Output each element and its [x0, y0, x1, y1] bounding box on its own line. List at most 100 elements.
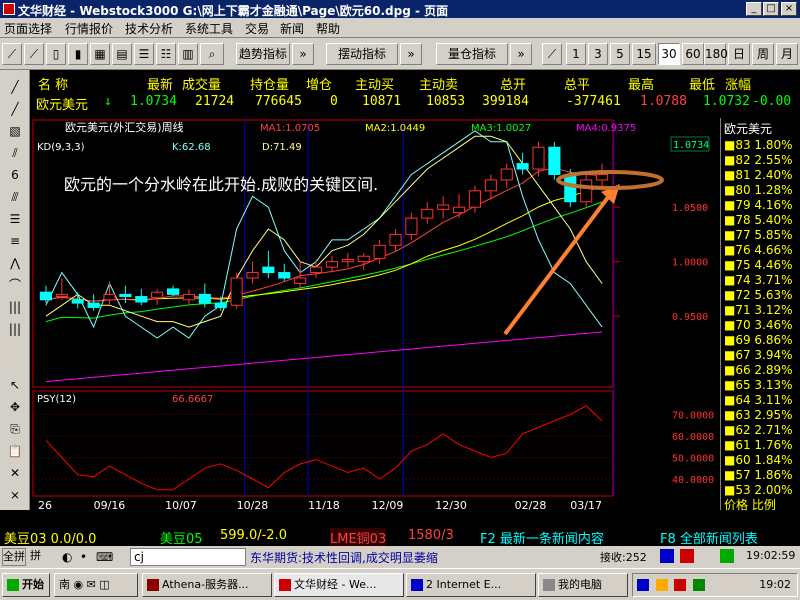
split-tool-icon[interactable]: ▥	[178, 43, 198, 65]
fib-draw-icon[interactable]: 6	[4, 166, 26, 184]
quote-total-close: -377461	[566, 94, 621, 109]
menu-help[interactable]: 帮助	[316, 20, 340, 37]
minimize-button[interactable]: _	[746, 2, 762, 16]
fan-draw-icon[interactable]: ⋀	[4, 254, 26, 272]
price-ratio-row: ■57 1.86%	[724, 468, 793, 482]
close-button[interactable]: ×	[781, 2, 797, 16]
price-ratio-row: ■80 1.28%	[724, 183, 793, 197]
x-axis-labels: 26 09/16 10/07 10/28 11/18 12/09 12/30 02/28 03/…	[38, 499, 602, 512]
quote-high: 1.0788	[640, 94, 687, 109]
polyline-tool-icon[interactable]: ⟋	[24, 43, 44, 65]
tray-icon[interactable]	[637, 579, 649, 591]
gann-draw-icon[interactable]: ⫻	[4, 188, 26, 206]
quote-low: 1.0732	[703, 94, 750, 109]
ime-keyboard-icon[interactable]: ⌨	[96, 550, 113, 564]
line-draw-icon[interactable]: ╱	[4, 78, 26, 96]
period-60[interactable]: 60	[682, 43, 704, 65]
period-3[interactable]: 3	[588, 43, 608, 65]
price-ratio-panel[interactable]: 欧元美元 ■83 1.80% ■82 2.55% ■81 2.40% ■80 1.28…	[720, 118, 800, 512]
start-button[interactable]: 开始	[2, 573, 50, 597]
menu-bar: 页面选择 行情报价 技术分析 系统工具 交易 新闻 帮助	[0, 18, 800, 38]
bar-tool-icon[interactable]: ▯	[46, 43, 66, 65]
period-15[interactable]: 15	[632, 43, 656, 65]
volume-more-icon[interactable]: »	[510, 43, 532, 65]
menu-page-select[interactable]: 页面选择	[4, 20, 52, 37]
period-month[interactable]: 月	[776, 43, 798, 65]
delete-icon[interactable]: ✕	[4, 464, 26, 482]
taskbar-mycomputer[interactable]: 我的电脑	[538, 573, 628, 597]
price-ratio-row: ■65 3.13%	[724, 378, 793, 392]
line-tool-icon[interactable]: ⟋	[2, 43, 22, 65]
menu-system-tools[interactable]: 系统工具	[185, 20, 233, 37]
menu-trade[interactable]: 交易	[245, 20, 269, 37]
news-ticker[interactable]: 东华期货:技术性回调,成交明显萎缩	[250, 549, 438, 566]
menu-tech-analysis[interactable]: 技术分析	[125, 20, 173, 37]
move-arrow-icon[interactable]: ✥	[4, 398, 26, 416]
tray-net-icon[interactable]	[692, 579, 705, 591]
clear-icon[interactable]: ⨯	[4, 486, 26, 504]
full-pinyin-button[interactable]: 全拼	[2, 548, 26, 566]
swing-more-icon[interactable]: »	[400, 43, 422, 65]
swing-indicator-button[interactable]: 摆动指标	[326, 43, 398, 65]
ma2-label: MA2:1.0449	[365, 123, 425, 134]
maximize-button[interactable]: □	[763, 2, 779, 16]
ma1-label: MA1:1.0705	[260, 123, 320, 134]
code-input[interactable]: cj	[130, 548, 246, 566]
parallel-draw-icon[interactable]: ≡	[4, 232, 26, 250]
arc-draw-icon[interactable]: ⌒	[4, 276, 26, 294]
period-line-icon[interactable]: |||	[4, 320, 26, 338]
period-5[interactable]: 5	[610, 43, 630, 65]
psy-tick-label: 50.0000	[672, 453, 714, 464]
cycle-draw-icon[interactable]: |||	[4, 298, 26, 316]
f2-news-link[interactable]: F2 最新一条新闻内容	[480, 528, 604, 547]
period-30[interactable]: 30	[658, 43, 680, 65]
psy-tick-label: 70.0000	[672, 410, 714, 421]
price-ratio-row: ■79 4.16%	[724, 198, 793, 212]
grid-tool-icon[interactable]: ▦	[90, 43, 110, 65]
period-1[interactable]: 1	[566, 43, 586, 65]
f8-news-link[interactable]: F8 全部新闻列表	[660, 528, 758, 547]
period-week[interactable]: 周	[752, 43, 774, 65]
chart-mode-icon[interactable]: ⟋	[542, 43, 562, 65]
chart-area[interactable]: 1.0500 1.0000 0.9500 70.0000 60.0000 50.0000…	[30, 116, 720, 512]
candle-tool-icon[interactable]: ▮	[68, 43, 88, 65]
taskbar-wenhua[interactable]: 文华财经 - We...	[274, 573, 404, 597]
ray-draw-icon[interactable]: ╱	[4, 100, 26, 118]
period-day[interactable]: 日	[728, 43, 750, 65]
select-arrow-icon[interactable]: ↖	[4, 376, 26, 394]
volume-indicator-button[interactable]: 量仓指标	[436, 43, 508, 65]
trend-indicator-button[interactable]: 趋势指标	[236, 43, 290, 65]
compress-tool-icon[interactable]: ☰	[134, 43, 154, 65]
price-ratio-row: ■64 3.11%	[724, 393, 793, 407]
paste-icon[interactable]: 📋	[4, 442, 26, 460]
trend-more-icon[interactable]: »	[292, 43, 314, 65]
layout-tool-icon[interactable]: ▤	[112, 43, 132, 65]
taskbar-ie[interactable]: 2 Internet E...	[406, 573, 536, 597]
tray-qq-icon[interactable]	[655, 579, 668, 591]
price-ratio-row: ■76 4.66%	[724, 243, 793, 257]
col-oi-change: 增仓	[306, 78, 333, 93]
copy-icon[interactable]: ⎘	[4, 420, 26, 438]
zoom-icon[interactable]: ⌕	[200, 43, 224, 65]
rect-draw-icon[interactable]: ▧	[4, 122, 26, 140]
price-ratio-row: ■60 1.84%	[724, 453, 793, 467]
hline-draw-icon[interactable]: ☰	[4, 210, 26, 228]
ime-dot2-icon[interactable]: •	[80, 550, 94, 564]
status-time: 19:02:59	[746, 549, 796, 562]
expand-tool-icon[interactable]: ☷	[156, 43, 176, 65]
channel-draw-icon[interactable]: ⫽	[4, 144, 26, 162]
ime-dot-icon[interactable]: ◐	[62, 550, 76, 564]
col-oi: 持仓量	[250, 78, 290, 93]
quote-name[interactable]: 欧元美元	[36, 94, 88, 113]
price-ratio-row: ■75 4.46%	[724, 258, 793, 272]
quicklaunch[interactable]: 南 ◉ ✉ ◫	[54, 573, 138, 597]
price-ratio-row: ■82 2.55%	[724, 153, 793, 167]
soybean03-ticker: 美豆03 0.0/0.0	[4, 532, 97, 547]
tray-volume-icon[interactable]	[674, 579, 686, 591]
period-180[interactable]: 180	[704, 43, 728, 65]
x-tick-label: 26	[38, 499, 52, 512]
menu-news[interactable]: 新闻	[280, 20, 304, 37]
taskbar-athena[interactable]: Athena-服务器...	[142, 573, 272, 597]
price-ratio-row: ■81 2.40%	[724, 168, 793, 182]
menu-quotes[interactable]: 行情报价	[65, 20, 113, 37]
